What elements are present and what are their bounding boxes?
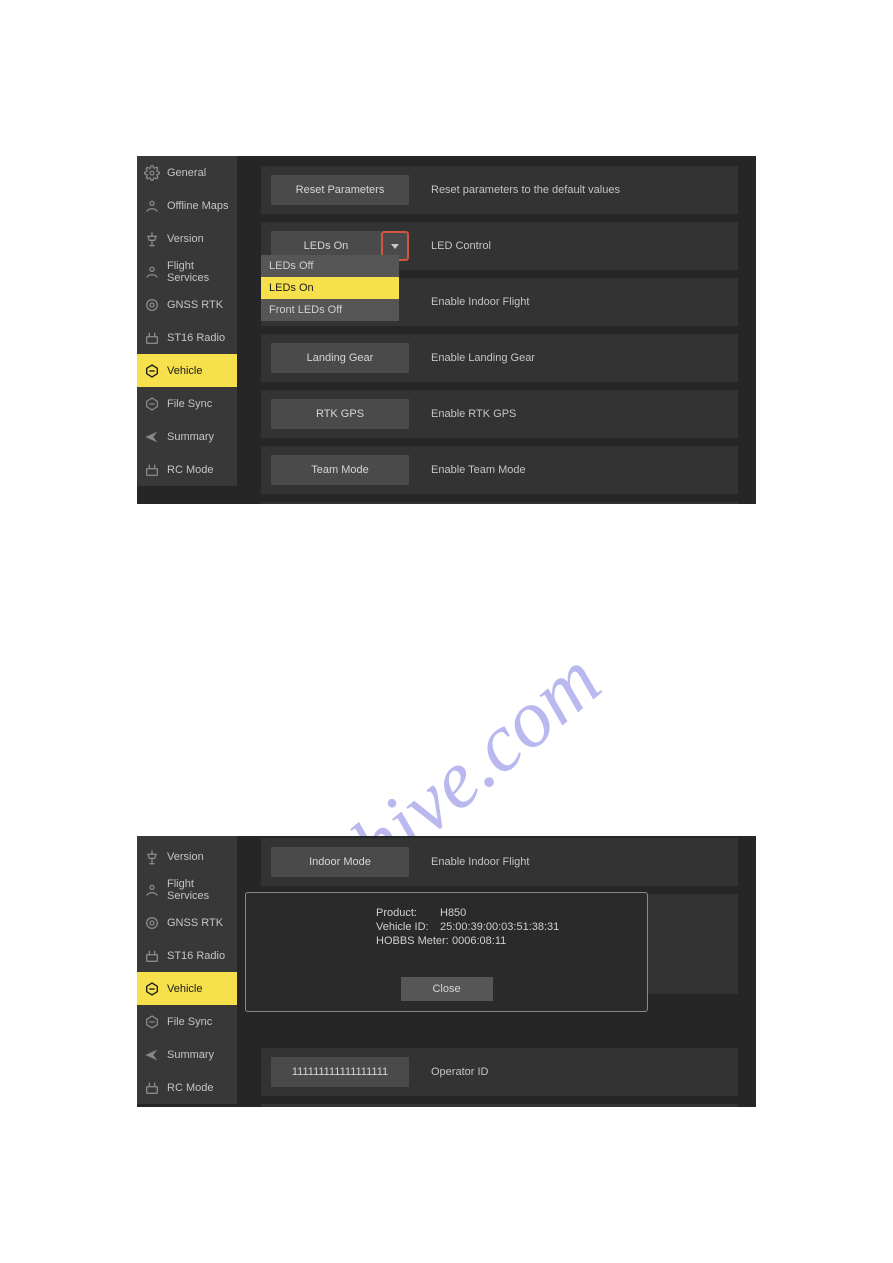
sidebar-item-label: General	[167, 167, 206, 179]
row-operator-id: 111111111111111111 Operator ID	[261, 502, 738, 504]
hexagon-icon	[143, 1013, 161, 1031]
radio-icon	[143, 461, 161, 479]
rtk-gps-button[interactable]: RTK GPS	[271, 399, 409, 429]
sidebar: General Offline Maps Version Flight Serv…	[137, 156, 237, 486]
landing-gear-button[interactable]: Landing Gear	[271, 343, 409, 373]
plane-icon	[143, 428, 161, 446]
radio-icon	[143, 1079, 161, 1097]
sidebar-item-summary[interactable]: Summary	[137, 1038, 237, 1071]
row-description: Enable Landing Gear	[431, 352, 535, 364]
sidebar-item-label: Flight Services	[167, 878, 237, 902]
settings-screen-2: Version Flight Services GNSS RTK ST16 Ra…	[137, 836, 756, 1107]
sidebar-item-flight-services[interactable]: Flight Services	[137, 873, 237, 906]
sidebar-item-label: Offline Maps	[167, 200, 229, 212]
row-led-control: LEDs On LED Control LEDs Off LEDs On Fro…	[261, 222, 738, 270]
led-dropdown-options: LEDs Off LEDs On Front LEDs Off	[261, 255, 399, 321]
row-reset-parameters: Reset Parameters Reset parameters to the…	[261, 166, 738, 214]
dialog-value-product: H850	[440, 907, 466, 919]
gnss-icon	[143, 296, 161, 314]
flight-services-icon	[143, 881, 161, 899]
dialog-value-vehicle-id: 25:00:39:00:03:51:38:31	[440, 921, 559, 933]
sidebar-item-file-sync[interactable]: File Sync	[137, 1005, 237, 1038]
sidebar-item-label: Vehicle	[167, 983, 202, 995]
row-description: Reset parameters to the default values	[431, 184, 620, 196]
map-icon	[143, 197, 161, 215]
gear-icon	[143, 164, 161, 182]
close-button[interactable]: Close	[401, 977, 493, 1001]
row-indoor-mode: Indoor Mode Enable Indoor Flight	[261, 838, 738, 886]
sidebar-item-st16-radio[interactable]: ST16 Radio	[137, 321, 237, 354]
row-description: Enable Indoor Flight	[431, 856, 529, 868]
sidebar-item-rc-mode[interactable]: RC Mode	[137, 453, 237, 486]
indoor-mode-button[interactable]: Indoor Mode	[271, 847, 409, 877]
radio-icon	[143, 329, 161, 347]
sidebar-item-file-sync[interactable]: File Sync	[137, 387, 237, 420]
sidebar-item-general[interactable]: General	[137, 156, 237, 189]
content-panel: Reset Parameters Reset parameters to the…	[237, 156, 756, 504]
version-icon	[143, 848, 161, 866]
hexagon-icon	[143, 395, 161, 413]
sidebar-item-label: File Sync	[167, 398, 212, 410]
hexagon-icon	[143, 362, 161, 380]
sidebar-item-label: GNSS RTK	[167, 917, 223, 929]
dropdown-option-leds-on[interactable]: LEDs On	[261, 277, 399, 299]
sidebar-item-gnss-rtk[interactable]: GNSS RTK	[137, 288, 237, 321]
sidebar-item-version[interactable]: Version	[137, 222, 237, 255]
sidebar-item-label: File Sync	[167, 1016, 212, 1028]
dialog-label-vehicle-id: Vehicle ID:	[376, 921, 440, 933]
sidebar-item-label: ST16 Radio	[167, 950, 225, 962]
sidebar-item-label: Version	[167, 851, 204, 863]
row-description: Enable Indoor Flight	[431, 296, 529, 308]
gnss-icon	[143, 914, 161, 932]
sidebar-item-label: Version	[167, 233, 204, 245]
dropdown-option-front-leds-off[interactable]: Front LEDs Off	[261, 299, 399, 321]
row-description: Enable Team Mode	[431, 464, 526, 476]
sidebar-item-label: Flight Services	[167, 260, 237, 284]
sidebar-item-vehicle[interactable]: Vehicle	[137, 354, 237, 387]
sidebar-item-label: Summary	[167, 1049, 214, 1061]
sidebar-item-label: ST16 Radio	[167, 332, 225, 344]
radio-icon	[143, 947, 161, 965]
flight-services-icon	[143, 263, 161, 281]
version-icon	[143, 230, 161, 248]
sidebar-item-offline-maps[interactable]: Offline Maps	[137, 189, 237, 222]
dropdown-option-leds-off[interactable]: LEDs Off	[261, 255, 399, 277]
row-operator-id: 111111111111111111 Operator ID	[261, 1048, 738, 1096]
row-description: LED Control	[431, 240, 491, 252]
row-description: Enable RTK GPS	[431, 408, 516, 420]
plane-icon	[143, 1046, 161, 1064]
row-team-mode: Team Mode Enable Team Mode	[261, 446, 738, 494]
sidebar-item-gnss-rtk[interactable]: GNSS RTK	[137, 906, 237, 939]
sidebar-item-label: Summary	[167, 431, 214, 443]
vehicle-info-dialog: Product: H850 Vehicle ID: 25:00:39:00:03…	[245, 892, 648, 1012]
operator-id-field[interactable]: 111111111111111111	[271, 1057, 409, 1087]
row-rtk-gps: RTK GPS Enable RTK GPS	[261, 390, 738, 438]
row-about: About Vehicle information	[261, 1104, 738, 1107]
row-description: Operator ID	[431, 1066, 488, 1078]
row-landing-gear: Landing Gear Enable Landing Gear	[261, 334, 738, 382]
team-mode-button[interactable]: Team Mode	[271, 455, 409, 485]
dialog-label-product: Product:	[376, 907, 440, 919]
hexagon-icon	[143, 980, 161, 998]
reset-parameters-button[interactable]: Reset Parameters	[271, 175, 409, 205]
sidebar-item-label: GNSS RTK	[167, 299, 223, 311]
sidebar-item-label: RC Mode	[167, 464, 213, 476]
sidebar-item-label: RC Mode	[167, 1082, 213, 1094]
sidebar-item-summary[interactable]: Summary	[137, 420, 237, 453]
sidebar-item-label: Vehicle	[167, 365, 202, 377]
sidebar-item-version[interactable]: Version	[137, 840, 237, 873]
settings-screen-1: General Offline Maps Version Flight Serv…	[137, 156, 756, 504]
dialog-label-hobbs: HOBBS Meter:	[376, 935, 452, 947]
sidebar: Version Flight Services GNSS RTK ST16 Ra…	[137, 836, 237, 1104]
sidebar-item-flight-services[interactable]: Flight Services	[137, 255, 237, 288]
sidebar-item-vehicle[interactable]: Vehicle	[137, 972, 237, 1005]
sidebar-item-rc-mode[interactable]: RC Mode	[137, 1071, 237, 1104]
dialog-value-hobbs: 0006:08:11	[452, 935, 506, 947]
sidebar-item-st16-radio[interactable]: ST16 Radio	[137, 939, 237, 972]
